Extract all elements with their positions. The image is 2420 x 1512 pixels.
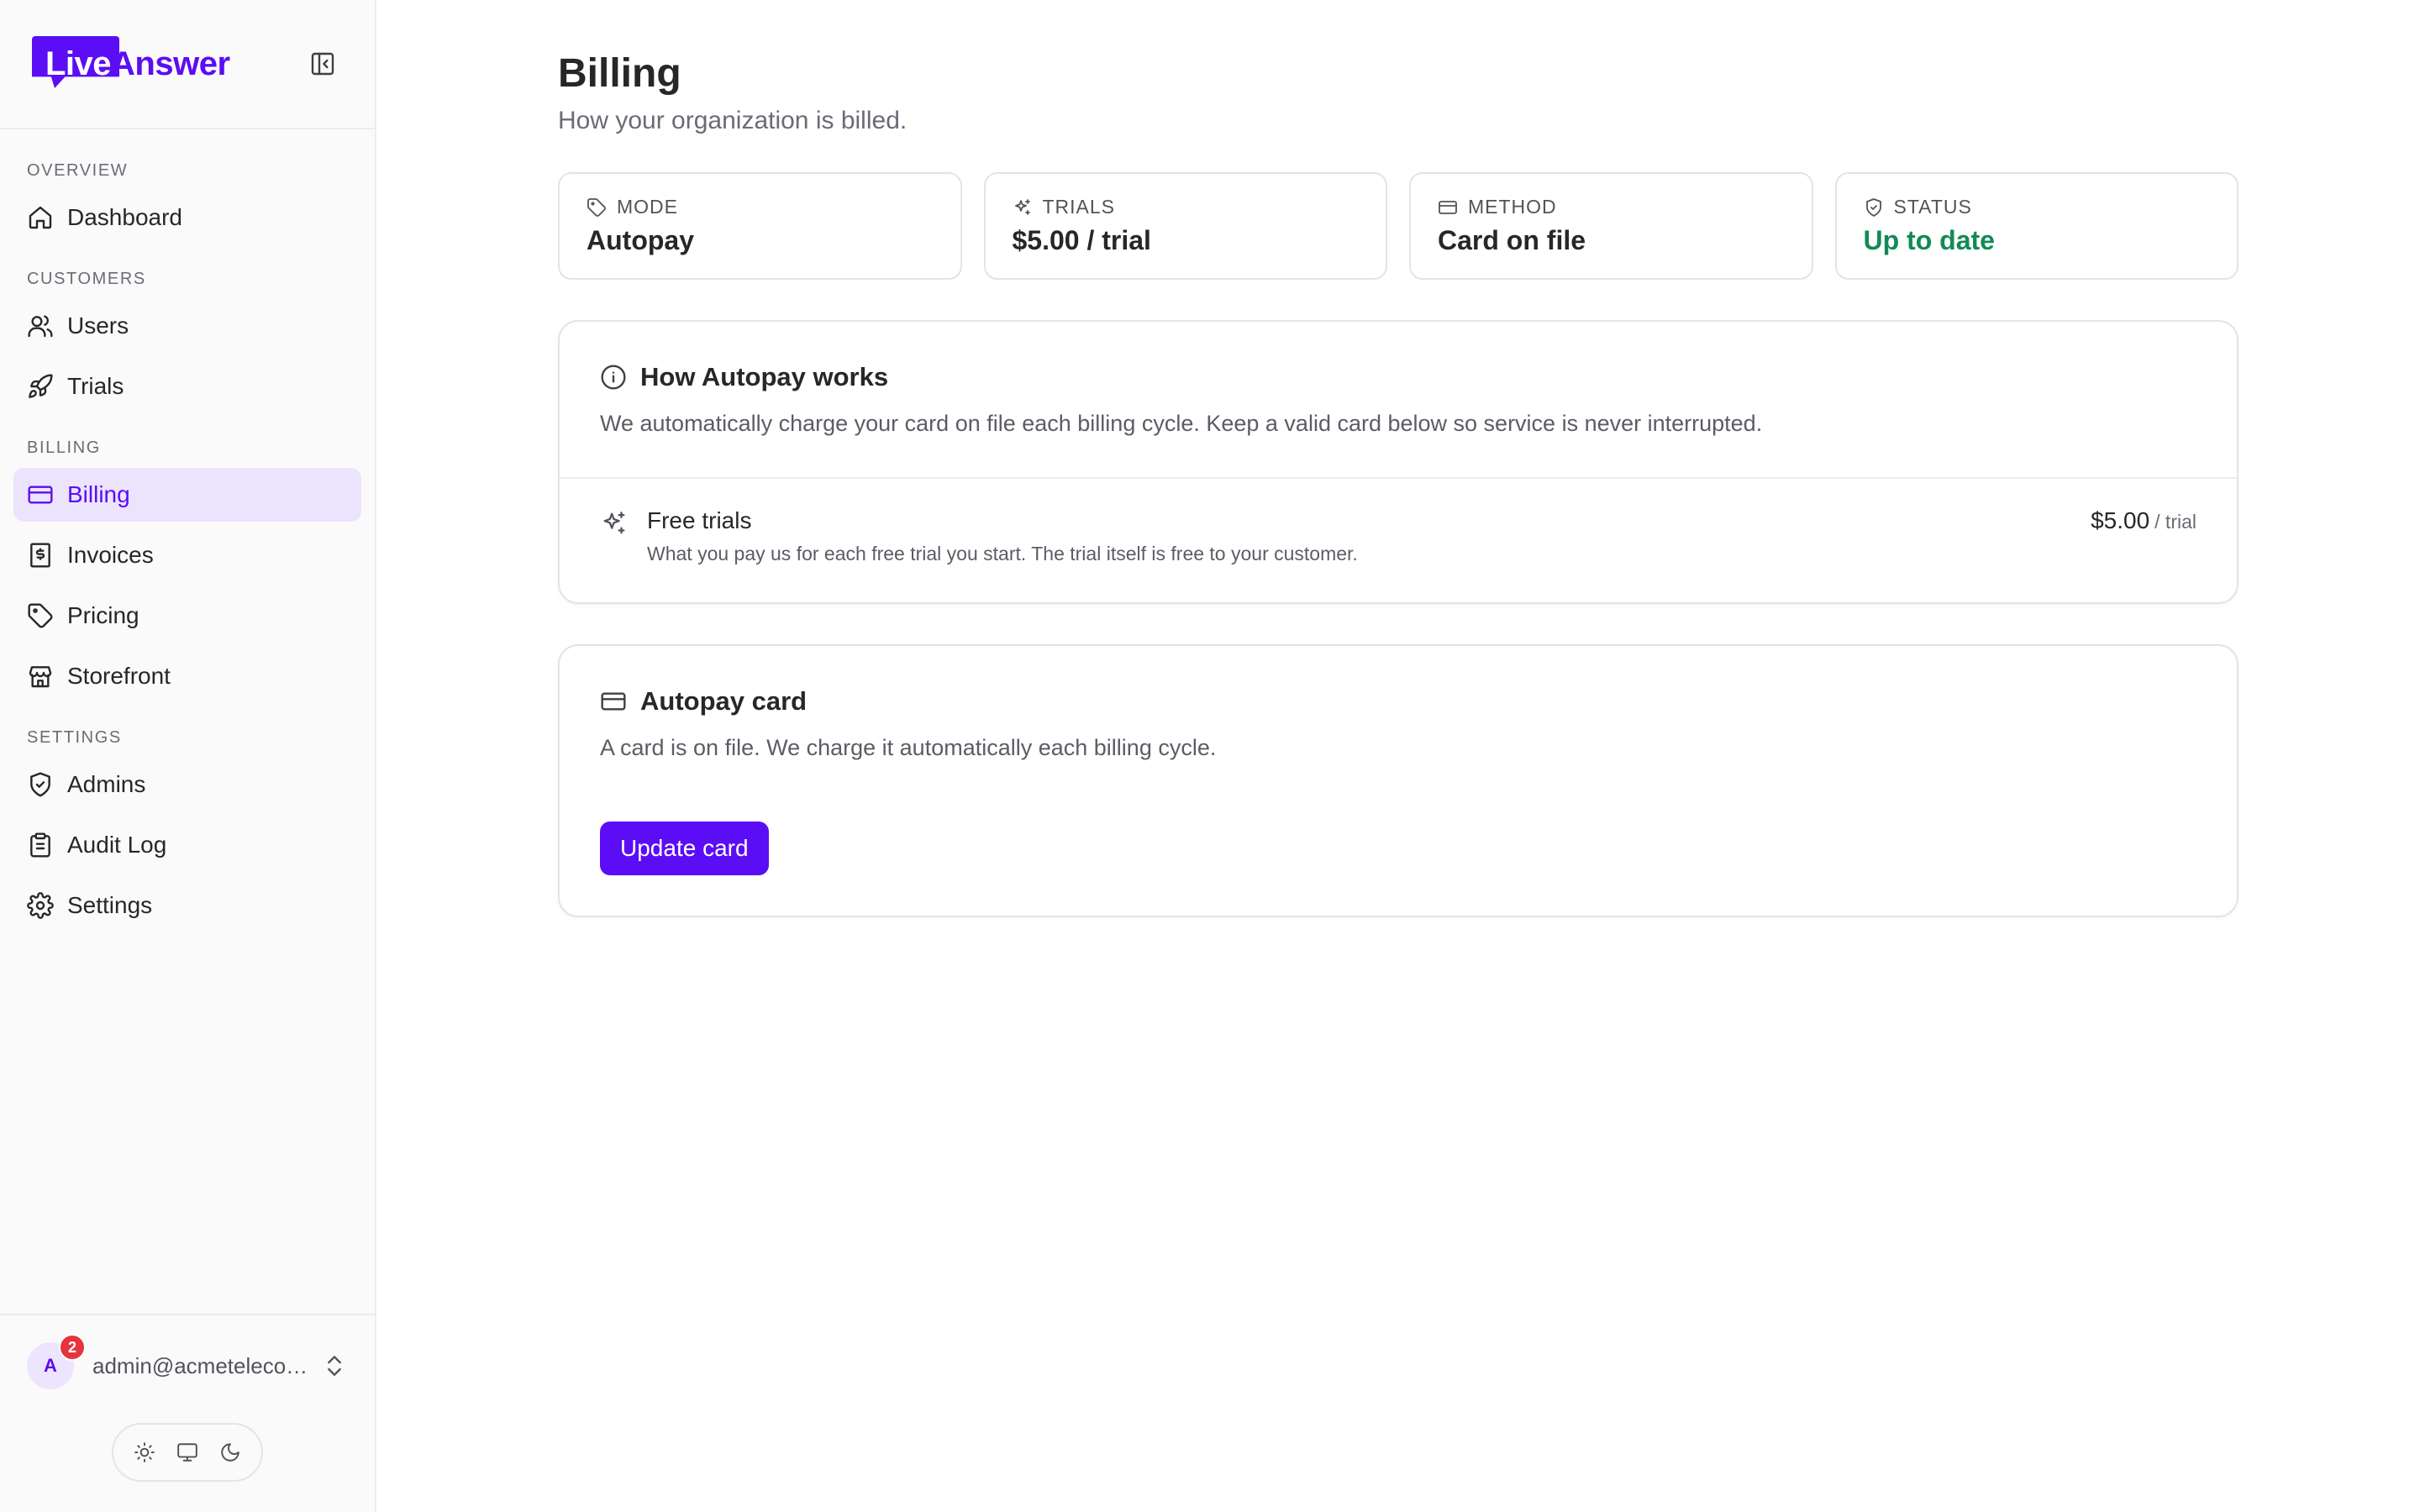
price-amount: $5.00 (2091, 507, 2150, 533)
logo-part-answer: Answer (111, 45, 230, 82)
sidebar-item-label: Invoices (67, 542, 154, 568)
free-trials-row: Free trials What you pay us for each fre… (560, 477, 2237, 602)
stat-card-method: METHOD Card on file (1409, 172, 1813, 280)
avatar-initial: A (44, 1355, 57, 1376)
notification-badge: 2 (59, 1334, 86, 1361)
theme-dark-button[interactable] (213, 1436, 247, 1469)
sidebar-item-billing[interactable]: Billing (13, 468, 361, 522)
sidebar-item-admins[interactable]: Admins (13, 758, 361, 811)
credit-card-icon (28, 486, 53, 504)
stat-value: $5.00 / trial (1012, 225, 1151, 255)
store-icon (29, 666, 52, 688)
card-description: A card is on file. We charge it automati… (600, 735, 1217, 760)
sidebar-item-label: Admins (67, 771, 146, 797)
sidebar-item-label: Dashboard (67, 204, 182, 230)
section-label-customers: CUSTOMERS (27, 270, 146, 288)
sidebar-header: LiveAnswer (0, 0, 375, 129)
receipt-dollar-icon (30, 543, 50, 568)
billing-stats: MODE Autopay TRIALS $5.00 / trial METHOD (558, 172, 2238, 280)
sidebar-item-label: Pricing (67, 602, 139, 628)
sparkles-icon (1014, 198, 1030, 215)
autopay-card-section: Autopay card A card is on file. We charg… (558, 644, 2238, 917)
avatar: A 2 (27, 1334, 86, 1389)
theme-light-button[interactable] (128, 1436, 161, 1469)
sidebar-collapse-button[interactable] (306, 47, 339, 81)
sidebar-item-audit-log[interactable]: Audit Log (13, 818, 361, 872)
stat-value: Autopay (587, 225, 694, 255)
price-unit: / trial (2154, 511, 2196, 533)
shield-check-icon (1865, 197, 1881, 217)
row-subtitle: What you pay us for each free trial you … (647, 543, 1358, 564)
users-icon (28, 315, 53, 338)
stat-value: Up to date (1863, 225, 1995, 255)
sidebar-item-settings[interactable]: Settings (13, 879, 361, 932)
trial-price: $5.00/ trial (2091, 507, 2196, 534)
sidebar-item-label: Users (67, 312, 129, 339)
row-title: Free trials (647, 507, 752, 533)
card-title: How Autopay works (640, 362, 889, 391)
sidebar-footer: A 2 admin@acmetelecom.com (0, 1314, 375, 1512)
sidebar: LiveAnswer OVERVIEW Dashboard CUSTOMERS … (0, 0, 376, 1512)
section-label-overview: OVERVIEW (27, 161, 129, 180)
account-email: admin@acmetelecom.com (92, 1352, 313, 1378)
stat-label: MODE (617, 196, 678, 218)
sidebar-item-label: Settings (67, 892, 153, 918)
sidebar-item-pricing[interactable]: Pricing (13, 589, 361, 643)
sidebar-item-label: Storefront (67, 663, 171, 689)
sidebar-item-dashboard[interactable]: Dashboard (13, 191, 361, 244)
sidebar-item-label: Audit Log (67, 832, 167, 858)
autopay-info-card: How Autopay works We automatically charg… (558, 320, 2238, 604)
tag-icon (28, 603, 53, 628)
info-icon (601, 365, 626, 390)
sparkles-icon (603, 512, 625, 534)
rocket-icon (29, 374, 53, 398)
credit-card-icon (1439, 200, 1457, 214)
stat-label: STATUS (1893, 196, 1972, 218)
stat-label: METHOD (1468, 196, 1557, 218)
page-title: Billing (558, 51, 681, 96)
monitor-icon (177, 1443, 197, 1462)
stat-value: Card on file (1438, 225, 1586, 255)
section-label-billing: BILLING (27, 438, 101, 457)
chevrons-up-down-icon (328, 1356, 341, 1376)
theme-switcher (112, 1423, 263, 1482)
stat-card-status: STATUS Up to date (1834, 172, 2238, 280)
main-content: Billing How your organization is billed.… (376, 0, 2420, 1512)
shield-icon (30, 772, 50, 797)
sidebar-item-trials[interactable]: Trials (13, 360, 361, 413)
sidebar-item-storefront[interactable]: Storefront (13, 649, 361, 703)
card-description: We automatically charge your card on fil… (600, 411, 1763, 436)
brand-logo[interactable]: LiveAnswer (32, 34, 230, 93)
stat-card-mode: MODE Autopay (558, 172, 962, 280)
credit-card-icon (601, 692, 626, 711)
sidebar-nav: OVERVIEW Dashboard CUSTOMERS Users Trial… (0, 129, 375, 1314)
tag-icon (587, 197, 606, 217)
gear-icon (27, 892, 54, 919)
stat-card-trials: TRIALS $5.00 / trial (983, 172, 1387, 280)
section-label-settings: SETTINGS (27, 728, 122, 747)
theme-system-button[interactable] (171, 1436, 204, 1469)
sidebar-item-users[interactable]: Users (13, 299, 361, 353)
home-icon (29, 206, 52, 229)
card-title: Autopay card (640, 686, 808, 716)
clipboard-icon (30, 832, 50, 858)
logo-part-live: Live (45, 45, 112, 82)
moon-icon (220, 1443, 239, 1462)
stat-label: TRIALS (1042, 196, 1116, 218)
sidebar-item-label: Billing (67, 481, 130, 507)
panel-left-close-icon (311, 52, 334, 76)
sun-icon (134, 1442, 155, 1462)
update-card-button[interactable]: Update card (600, 822, 769, 875)
sidebar-item-label: Trials (67, 373, 124, 399)
account-switcher[interactable]: A 2 admin@acmetelecom.com (27, 1334, 348, 1393)
page-subtitle: How your organization is billed. (558, 107, 908, 134)
sidebar-item-invoices[interactable]: Invoices (13, 528, 361, 582)
